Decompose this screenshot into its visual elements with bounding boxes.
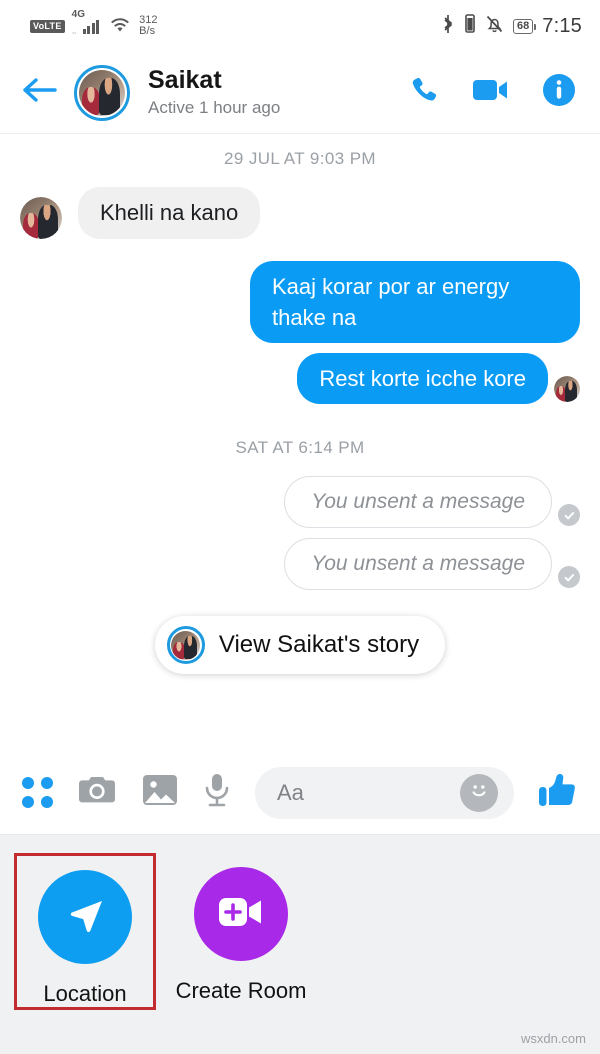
avatar-photo [554, 376, 580, 402]
signal-sub-icon: ⣀ [71, 26, 77, 34]
unsent-message-bubble[interactable]: You unsent a message [284, 476, 552, 528]
volte-badge: VoLTE [30, 19, 65, 33]
location-button[interactable]: Location [14, 853, 156, 1010]
location-label: Location [43, 981, 127, 1006]
message-row-incoming[interactable]: Khelli na kano [20, 187, 580, 239]
send-location-arrow-icon [59, 889, 111, 946]
bluetooth-icon [441, 14, 455, 39]
video-camera-icon [472, 76, 510, 109]
avatar-photo [20, 197, 62, 239]
view-story-label: View Saikat's story [218, 631, 420, 658]
chat-header: Saikat Active 1 hour ago [0, 52, 600, 134]
battery-icon: 68 [513, 18, 537, 34]
network-type-label: 4G [71, 8, 86, 20]
video-call-button[interactable] [472, 76, 510, 109]
more-apps-button[interactable] [22, 777, 53, 808]
status-bar: VoLTE 4G ⣀ 312 B/s 68 7:15 [0, 0, 600, 52]
message-list[interactable]: 29 JUL AT 9:03 PM Khelli na kano Kaaj ko… [0, 135, 600, 835]
avatar-photo [171, 630, 201, 660]
message-row-unsent[interactable]: You unsent a message [20, 476, 580, 528]
delivery-check-icon [558, 504, 580, 526]
signal-bars-icon: 4G ⣀ [71, 9, 100, 34]
message-row-unsent[interactable]: You unsent a message [20, 538, 580, 590]
avatar-photo [79, 69, 125, 116]
message-row-outgoing[interactable]: Rest korte icche kore [20, 353, 580, 404]
create-room-icon-circle [194, 867, 288, 961]
video-room-plus-icon [215, 890, 267, 939]
create-room-label: Create Room [175, 978, 307, 1003]
status-bar-right: 68 7:15 [441, 14, 582, 39]
clock-label: 7:15 [542, 14, 582, 37]
story-row: View Saikat's story [20, 616, 580, 674]
message-bubble-incoming[interactable]: Khelli na kano [78, 187, 261, 239]
location-icon-circle [38, 870, 132, 964]
contact-active-status: Active 1 hour ago [148, 97, 281, 117]
camera-button[interactable] [77, 773, 117, 812]
image-icon [141, 773, 179, 812]
message-bubble-outgoing[interactable]: Rest korte icche kore [297, 353, 548, 404]
contact-name: Saikat [148, 65, 222, 94]
delivery-check-icon [558, 566, 580, 588]
message-bubble-outgoing[interactable]: Kaaj korar por ar energy thake na [250, 261, 580, 343]
date-divider: SAT AT 6:14 PM [235, 438, 365, 457]
vibrate-icon [464, 14, 476, 38]
status-bar-left: VoLTE 4G ⣀ 312 B/s [30, 9, 158, 38]
data-speed-indicator: 312 B/s [139, 15, 157, 37]
date-divider: 29 JUL AT 9:03 PM [223, 149, 376, 168]
message-row-outgoing[interactable]: Kaaj korar por ar energy thake na [20, 261, 580, 343]
sender-avatar [20, 197, 62, 239]
silent-bell-icon [485, 14, 504, 39]
contact-avatar[interactable] [74, 64, 130, 121]
data-speed-unit: B/s [139, 25, 156, 37]
back-button[interactable] [20, 76, 66, 109]
emoji-button[interactable] [460, 773, 498, 812]
messenger-chat-screen: VoLTE 4G ⣀ 312 B/s 68 7:15 Saikat Active… [0, 0, 600, 1054]
create-room-button[interactable]: Create Room [170, 853, 312, 1004]
message-text-input[interactable]: Aa [255, 766, 514, 819]
phone-icon [408, 74, 440, 111]
four-dots-grid-icon [22, 777, 53, 808]
microphone-icon [203, 772, 231, 813]
battery-level-label: 68 [517, 19, 530, 32]
voice-call-button[interactable] [408, 74, 440, 111]
voice-message-button[interactable] [203, 772, 231, 813]
attachment-action-sheet: Location Create Room wsxdn.com [0, 835, 600, 1054]
back-arrow-icon [20, 76, 58, 109]
seen-by-avatar [554, 376, 580, 402]
gallery-button[interactable] [141, 773, 179, 812]
camera-icon [77, 773, 117, 812]
story-avatar [166, 626, 205, 664]
wifi-icon [108, 14, 132, 38]
unsent-message-bubble[interactable]: You unsent a message [284, 538, 552, 590]
message-input-bar: Aa [0, 751, 600, 835]
view-story-button[interactable]: View Saikat's story [154, 616, 446, 674]
message-input-placeholder: Aa [277, 779, 304, 805]
conversation-info-button[interactable] [542, 73, 576, 112]
thumbs-up-icon [538, 771, 578, 814]
watermark-label: wsxdn.com [520, 1031, 586, 1046]
info-icon [542, 73, 576, 112]
smiley-face-icon [466, 777, 492, 808]
like-button[interactable] [538, 771, 578, 814]
header-actions [408, 73, 580, 112]
contact-info[interactable]: Saikat Active 1 hour ago [148, 66, 408, 120]
